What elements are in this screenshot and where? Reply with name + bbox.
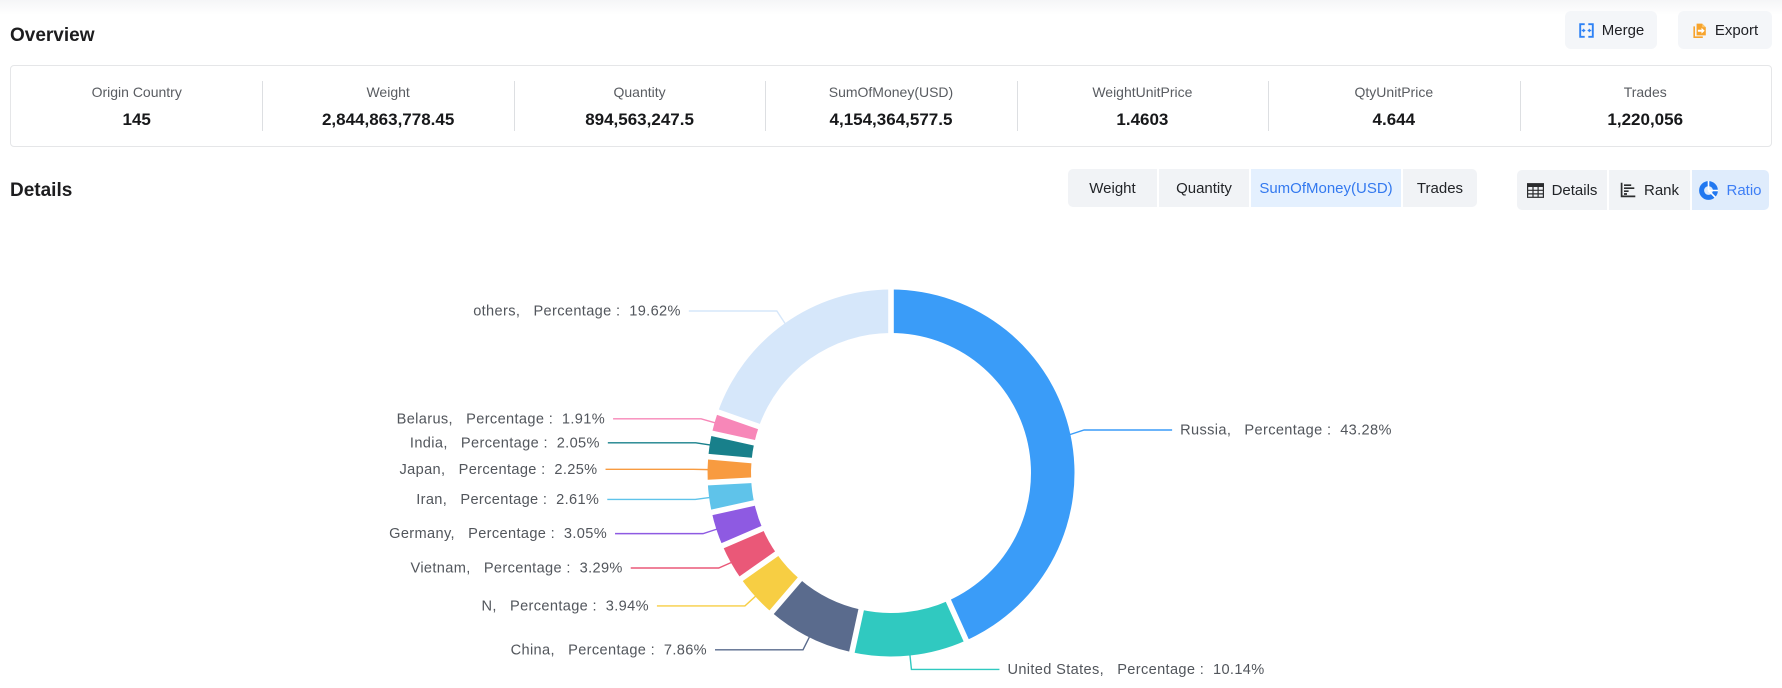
svg-text:Germany, Percentage : 3.05%: Germany, Percentage : 3.05% (389, 526, 607, 542)
svg-text:China, Percentage : 7.86%: China, Percentage : 7.86% (511, 642, 707, 658)
svg-text:N, Percentage : 3.94%: N, Percentage : 3.94% (482, 598, 649, 614)
svg-text:United States, Percentage :: United States, Percentage : 10.14% (1007, 662, 1264, 678)
svg-text:Belarus, Percentage : 1.91%: Belarus, Percentage : 1.91% (397, 411, 605, 427)
svg-text:India, Percentage : 2.05%: India, Percentage : 2.05% (410, 435, 600, 451)
svg-text:Vietnam, Percentage : 3.29%: Vietnam, Percentage : 3.29% (411, 561, 623, 577)
svg-text:Russia, Percentage : 43.28%: Russia, Percentage : 43.28% (1180, 423, 1392, 439)
svg-text:others, Percentage : 19.62%: others, Percentage : 19.62% (473, 304, 681, 320)
svg-text:Japan, Percentage : 2.25%: Japan, Percentage : 2.25% (399, 462, 597, 478)
svg-text:Iran, Percentage : 2.61%: Iran, Percentage : 2.61% (416, 492, 599, 508)
